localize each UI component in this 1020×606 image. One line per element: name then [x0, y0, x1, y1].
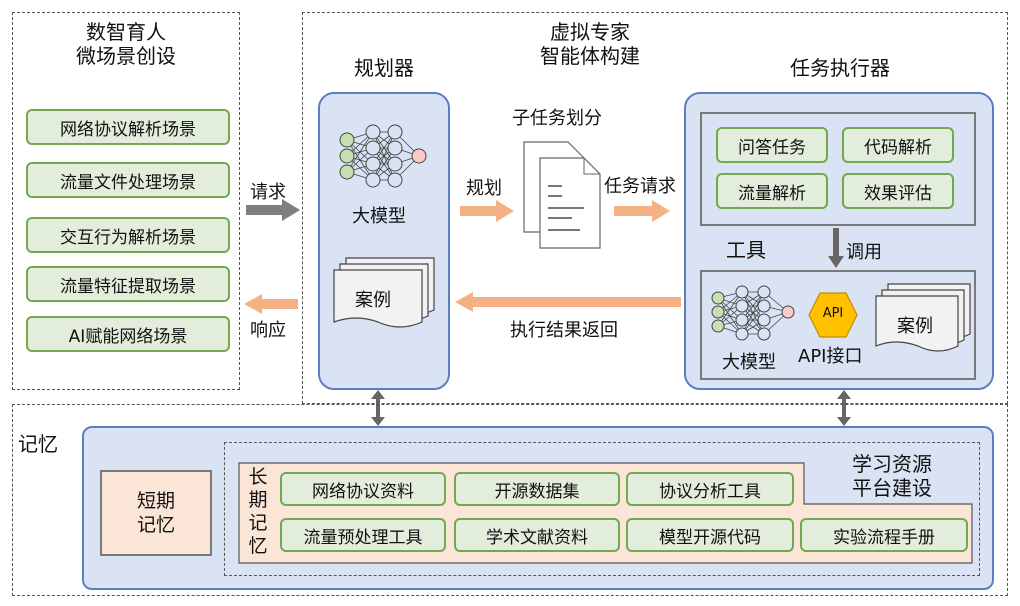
resource-item[interactable]: 协议分析工具 — [626, 472, 794, 506]
planner-model-label: 大模型 — [352, 206, 406, 227]
resource-item[interactable]: 实验流程手册 — [800, 518, 968, 552]
resource-item[interactable]: 网络协议资料 — [280, 472, 446, 506]
task-request-label: 任务请求 — [604, 176, 676, 197]
scene-item[interactable]: 流量特征提取场景 — [26, 266, 230, 302]
invoke-label: 调用 — [846, 242, 882, 263]
scene-panel-title-line2: 微场景创设 — [76, 44, 176, 68]
scene-item[interactable]: 流量文件处理场景 — [26, 162, 230, 198]
tools-label: 工具 — [726, 238, 766, 262]
expert-agent-title: 虚拟专家 智能体构建 — [490, 20, 690, 68]
memory-title: 记忆 — [18, 432, 58, 456]
long-term-char: 忆 — [248, 535, 268, 557]
subtask-label: 子任务划分 — [512, 108, 602, 129]
scene-panel-title-line1: 数智育人 — [86, 20, 166, 44]
long-term-char: 记 — [248, 512, 268, 534]
plan-label: 规划 — [466, 178, 502, 199]
executor-title: 任务执行器 — [790, 56, 890, 80]
subtask-document-icon — [523, 141, 601, 249]
response-arrow — [244, 294, 298, 314]
response-label: 响应 — [250, 320, 286, 341]
plan-arrow — [460, 200, 514, 222]
resource-item[interactable]: 学术文献资料 — [454, 518, 620, 552]
tools-model-label: 大模型 — [722, 352, 776, 373]
result-return-label: 执行结果返回 — [510, 320, 618, 341]
request-arrow — [246, 199, 300, 221]
task-type-item[interactable]: 问答任务 — [716, 127, 828, 163]
resource-item[interactable]: 流量预处理工具 — [280, 518, 446, 552]
expert-agent-title-line2: 智能体构建 — [540, 44, 640, 68]
short-term-memory: 短期 记忆 — [100, 470, 212, 556]
tools-case-label: 案例 — [897, 316, 933, 337]
long-term-char: 期 — [248, 489, 268, 511]
scene-item[interactable]: 网络协议解析场景 — [26, 109, 230, 145]
task-request-arrow — [614, 200, 670, 222]
task-type-item[interactable]: 流量解析 — [716, 173, 828, 209]
neural-network-icon — [711, 285, 795, 341]
expert-agent-title-line1: 虚拟专家 — [550, 20, 630, 44]
task-type-item[interactable]: 代码解析 — [842, 127, 954, 163]
neural-network-icon — [339, 124, 427, 188]
resource-item[interactable]: 模型开源代码 — [626, 518, 794, 552]
scene-item[interactable]: 交互行为解析场景 — [26, 217, 230, 253]
long-term-memory-label: 长 期 记 忆 — [246, 466, 270, 558]
invoke-arrow — [828, 228, 844, 268]
long-term-char: 长 — [248, 466, 268, 488]
planner-title: 规划器 — [354, 56, 414, 80]
scene-item[interactable]: AI赋能网络场景 — [26, 316, 230, 352]
scene-panel-title: 数智育人 微场景创设 — [12, 20, 240, 68]
result-return-arrow — [455, 292, 681, 312]
task-type-item[interactable]: 效果评估 — [842, 173, 954, 209]
planner-case-label: 案例 — [355, 290, 391, 311]
resource-item[interactable]: 开源数据集 — [454, 472, 620, 506]
api-label: API接口 — [798, 346, 863, 367]
api-icon-text: API — [822, 306, 844, 321]
